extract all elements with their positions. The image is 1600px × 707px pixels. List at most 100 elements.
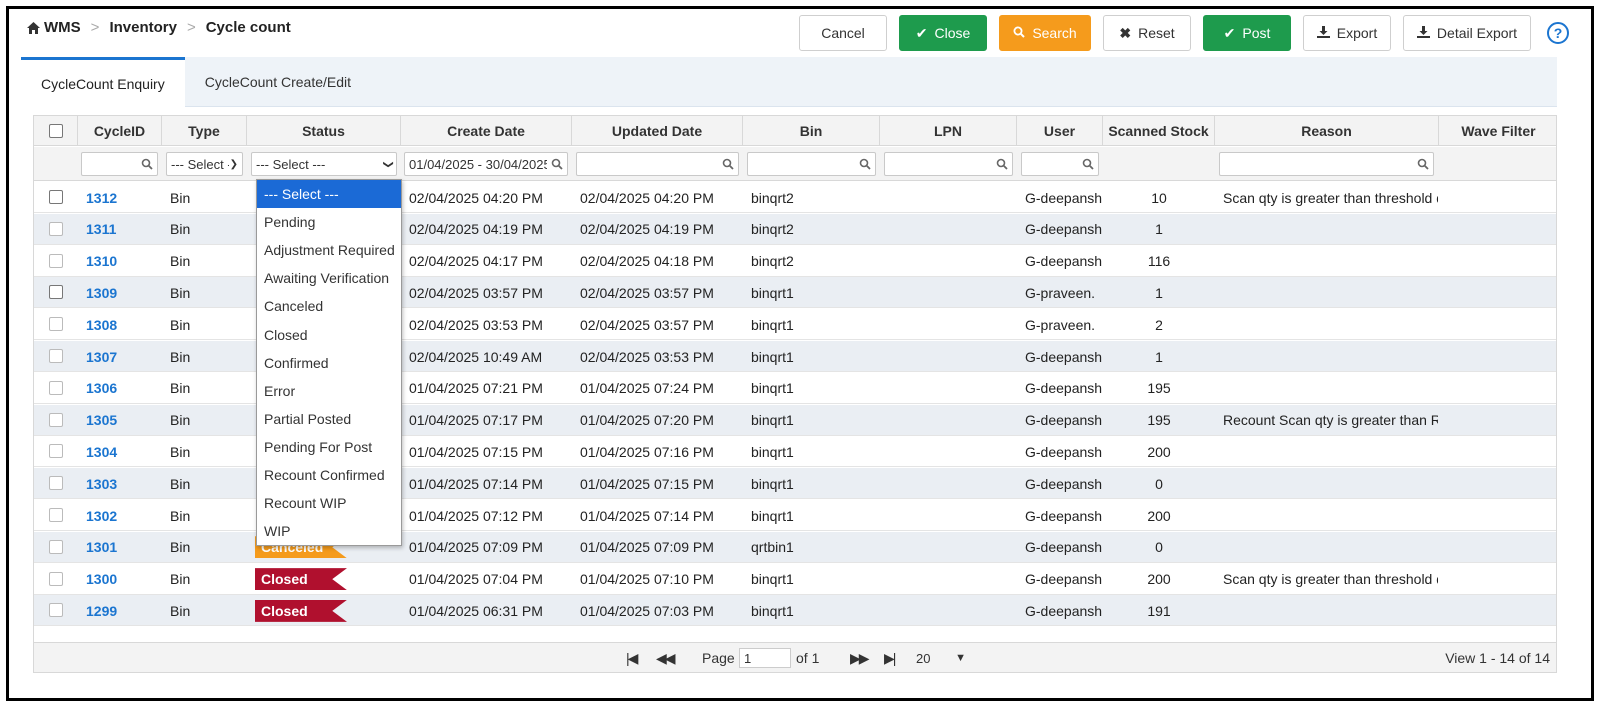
view-count: View 1 - 14 of 14: [1445, 650, 1550, 666]
status-option[interactable]: Adjustment Required: [257, 236, 401, 264]
row-checkbox[interactable]: [49, 571, 63, 586]
cycle-id-link[interactable]: 1299: [86, 595, 156, 626]
detail-export-button[interactable]: Detail Export: [1403, 15, 1531, 51]
cycle-id-link[interactable]: 1311: [86, 214, 156, 245]
table-row[interactable]: 1300 Bin 01/04/2025 07:04 PM 01/04/2025 07:…: [34, 564, 1556, 595]
status-option[interactable]: Recount Confirmed: [257, 461, 401, 489]
user-cell: G-deepansh: [1025, 189, 1103, 206]
post-button[interactable]: ✔ Post: [1203, 15, 1291, 51]
last-page-icon[interactable]: ▶|: [884, 643, 896, 672]
cycle-id-link[interactable]: 1300: [86, 564, 156, 595]
type-filter-select[interactable]: --- Select --- ❯: [166, 152, 243, 176]
prev-page-icon[interactable]: ◀◀: [656, 643, 675, 672]
table-row[interactable]: 1299 Bin 01/04/2025 06:31 PM 01/04/2025 07:…: [34, 595, 1556, 627]
user-filter-input[interactable]: [1021, 152, 1099, 176]
cycle-id-link[interactable]: 1312: [86, 182, 156, 213]
row-checkbox[interactable]: [49, 190, 63, 204]
col-bin[interactable]: Bin: [743, 116, 880, 146]
cycle-id-link[interactable]: 1302: [86, 500, 156, 531]
status-option[interactable]: Partial Posted: [257, 405, 401, 433]
cycle-id-link[interactable]: 1301: [86, 532, 156, 563]
search-icon: [996, 158, 1008, 173]
toolbar: Cancel ✔ Close Search ✖ Reset ✔ Post Exp…: [799, 15, 1569, 51]
create-date-filter-input[interactable]: 01/04/2025 - 30/04/2025: [404, 152, 568, 176]
scanned-stock-cell: 195: [1147, 380, 1171, 397]
type-cell: Bin: [170, 189, 191, 206]
col-lpn[interactable]: LPN: [880, 116, 1017, 146]
cycle-id-link[interactable]: 1309: [86, 277, 156, 308]
row-checkbox[interactable]: [49, 476, 63, 491]
scanned-stock-cell: 0: [1155, 475, 1163, 492]
reset-button[interactable]: ✖ Reset: [1103, 15, 1191, 51]
cycle-id-link[interactable]: 1305: [86, 405, 156, 436]
col-status[interactable]: Status: [247, 116, 401, 146]
select-all-checkbox[interactable]: [49, 124, 63, 138]
status-option[interactable]: --- Select ---: [257, 180, 401, 209]
status-option[interactable]: Confirmed: [257, 349, 401, 377]
col-reason[interactable]: Reason: [1215, 116, 1439, 146]
tab-cyclecount-enquiry[interactable]: CycleCount Enquiry: [21, 57, 185, 107]
cycle-id-link[interactable]: 1303: [86, 468, 156, 499]
export-button[interactable]: Export: [1303, 15, 1391, 51]
scanned-stock-cell: 1: [1155, 221, 1163, 238]
home-link[interactable]: WMS: [27, 19, 81, 36]
bin-cell: qrtbin1: [751, 539, 794, 556]
reason-filter-input[interactable]: [1219, 152, 1434, 176]
status-option[interactable]: Recount WIP: [257, 489, 401, 517]
reason-cell: [1223, 595, 1438, 626]
row-checkbox[interactable]: [49, 380, 63, 395]
col-updated-date[interactable]: Updated Date: [572, 116, 743, 146]
cycleid-filter-input[interactable]: [81, 152, 158, 176]
cycle-id-link[interactable]: 1306: [86, 373, 156, 404]
create-date-cell: 02/04/2025 04:20 PM: [409, 189, 543, 206]
row-checkbox[interactable]: [49, 508, 63, 522]
user-cell: G-praveen.: [1025, 316, 1096, 333]
col-user[interactable]: User: [1017, 116, 1103, 146]
row-checkbox[interactable]: [49, 317, 63, 332]
status-option[interactable]: WIP: [257, 517, 401, 545]
help-icon[interactable]: ?: [1547, 22, 1569, 44]
status-filter-select[interactable]: --- Select --- ❯: [251, 152, 397, 176]
breadcrumb-inventory[interactable]: Inventory: [109, 19, 177, 36]
row-checkbox[interactable]: [49, 221, 63, 236]
close-button[interactable]: ✔ Close: [899, 15, 987, 51]
bin-filter-input[interactable]: [747, 152, 876, 176]
col-create-date[interactable]: Create Date: [401, 116, 572, 146]
col-scanned-stock[interactable]: Scanned Stock: [1103, 116, 1215, 146]
row-checkbox[interactable]: [49, 412, 63, 427]
updated-date-filter-input[interactable]: [576, 152, 739, 176]
status-option[interactable]: Closed: [257, 320, 401, 348]
tab-cyclecount-create-edit[interactable]: CycleCount Create/Edit: [185, 57, 371, 107]
search-button[interactable]: Search: [999, 15, 1091, 51]
status-option[interactable]: Pending: [257, 208, 401, 236]
next-page-icon[interactable]: ▶▶: [850, 643, 869, 672]
reason-cell: Scan qty is greater than threshold q: [1223, 189, 1438, 206]
cycle-id-link[interactable]: 1307: [86, 341, 156, 372]
cycle-id-link[interactable]: 1308: [86, 309, 156, 340]
page-size-value: 20: [916, 650, 931, 666]
chevron-down-icon: ❯: [382, 159, 394, 169]
page-number-input[interactable]: 1: [739, 648, 791, 668]
status-option[interactable]: Awaiting Verification: [257, 264, 401, 292]
row-checkbox[interactable]: [49, 444, 63, 459]
first-page-icon[interactable]: |◀: [626, 643, 638, 672]
row-checkbox[interactable]: [49, 603, 63, 618]
cycle-id-link[interactable]: 1304: [86, 436, 156, 467]
type-cell: Bin: [170, 507, 191, 524]
row-checkbox[interactable]: [49, 253, 63, 268]
col-cycleid[interactable]: CycleID: [78, 116, 162, 146]
status-option[interactable]: Canceled: [257, 292, 401, 320]
col-type[interactable]: Type: [162, 116, 247, 146]
cancel-button[interactable]: Cancel: [799, 15, 887, 51]
row-checkbox[interactable]: [49, 285, 63, 300]
page-size-select[interactable]: 20 ▼: [912, 648, 970, 668]
status-option[interactable]: Error: [257, 377, 401, 405]
lpn-cell: [888, 405, 1016, 436]
lpn-filter-input[interactable]: [884, 152, 1013, 176]
row-checkbox[interactable]: [49, 349, 63, 363]
col-wave-filter[interactable]: Wave Filter: [1439, 116, 1556, 146]
create-date-cell: 01/04/2025 07:15 PM: [409, 443, 543, 460]
row-checkbox[interactable]: [49, 539, 63, 554]
cycle-id-link[interactable]: 1310: [86, 246, 156, 277]
status-option[interactable]: Pending For Post: [257, 433, 401, 461]
